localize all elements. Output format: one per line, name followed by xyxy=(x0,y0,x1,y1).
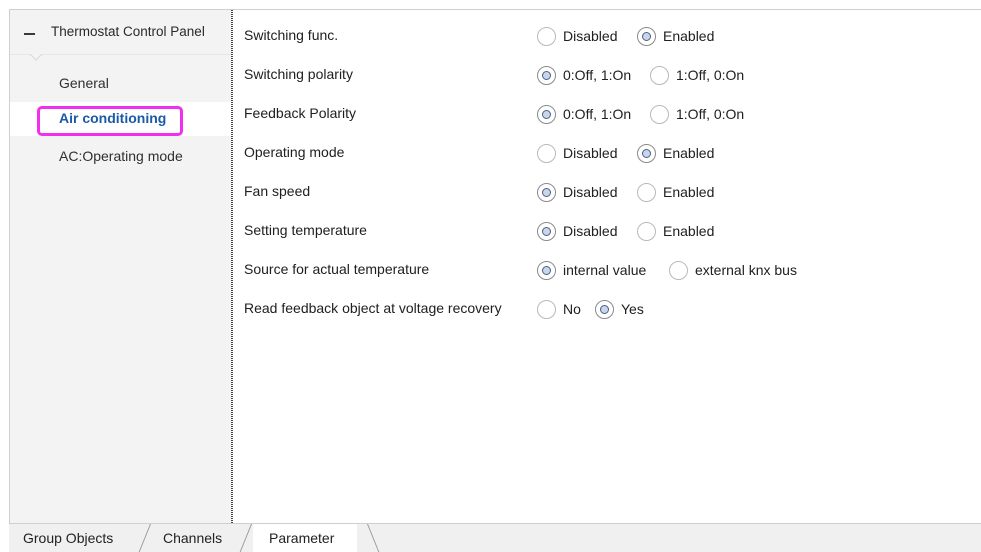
param-label: Feedback Polarity xyxy=(244,105,357,121)
tab-parameter[interactable]: Parameter xyxy=(253,524,357,552)
radio-button[interactable] xyxy=(537,65,556,85)
radio-button[interactable] xyxy=(537,299,556,319)
radio-label: Enabled xyxy=(663,28,715,44)
radio-label: external knx bus xyxy=(695,262,797,278)
param-row-feedback-polarity: Feedback Polarity 0:Off, 1:On 1:Off, 0:O… xyxy=(244,101,974,127)
radio-button[interactable] xyxy=(650,65,669,85)
tab-bar: Group Objects Channels Parameter xyxy=(9,523,981,552)
radio-label: Enabled xyxy=(663,145,715,161)
radio-button[interactable] xyxy=(595,299,614,319)
param-label: Source for actual temperature xyxy=(244,261,430,277)
param-label: Switching polarity xyxy=(244,66,353,82)
sidebar: Thermostat Control Panel General Air con… xyxy=(10,10,232,523)
radio-label: Disabled xyxy=(563,184,618,200)
radio-option[interactable]: Disabled xyxy=(537,181,617,203)
radio-option[interactable]: 0:Off, 1:On xyxy=(537,103,631,125)
radio-button[interactable] xyxy=(669,260,688,280)
radio-button[interactable] xyxy=(537,104,556,124)
sidebar-item-ac-operating-mode[interactable]: AC:Operating mode xyxy=(10,140,232,174)
parameter-window: Thermostat Control Panel General Air con… xyxy=(9,9,981,523)
radio-option[interactable]: 1:Off, 0:On xyxy=(650,103,744,125)
param-row-switching-polarity: Switching polarity 0:Off, 1:On 1:Off, 0:… xyxy=(244,62,974,88)
radio-option[interactable]: Yes xyxy=(595,298,644,320)
param-label: Switching func. xyxy=(244,27,339,43)
radio-button[interactable] xyxy=(537,182,556,202)
radio-label: 0:Off, 1:On xyxy=(563,106,632,122)
radio-label: Disabled xyxy=(563,223,618,239)
highlight-box xyxy=(37,106,183,136)
radio-label: No xyxy=(563,301,581,317)
panel-splitter[interactable] xyxy=(231,10,233,523)
radio-option[interactable]: Enabled xyxy=(637,142,714,164)
tree-title: Thermostat Control Panel xyxy=(51,24,205,39)
radio-label: 1:Off, 0:On xyxy=(676,67,745,83)
radio-option[interactable]: No xyxy=(537,298,581,320)
radio-option[interactable]: Disabled xyxy=(537,25,617,47)
param-label: Operating mode xyxy=(244,144,345,160)
radio-label: Yes xyxy=(621,301,644,317)
radio-label: 1:Off, 0:On xyxy=(676,106,745,122)
param-label: Read feedback object at voltage recovery xyxy=(244,300,502,316)
radio-label: Enabled xyxy=(663,223,715,239)
radio-button[interactable] xyxy=(537,26,556,46)
param-row-read-feedback: Read feedback object at voltage recovery… xyxy=(244,296,974,322)
param-row-fan-speed: Fan speed Disabled Enabled xyxy=(244,179,974,205)
radio-label: Disabled xyxy=(563,145,618,161)
param-row-source-actual-temperature: Source for actual temperature internal v… xyxy=(244,257,974,283)
param-row-setting-temperature: Setting temperature Disabled Enabled xyxy=(244,218,974,244)
param-label: Fan speed xyxy=(244,183,311,199)
tab-divider xyxy=(367,524,380,552)
radio-button[interactable] xyxy=(537,221,556,241)
radio-label: 0:Off, 1:On xyxy=(563,67,632,83)
radio-button[interactable] xyxy=(637,182,656,202)
sidebar-item-label: General xyxy=(59,75,109,91)
radio-option[interactable]: Disabled xyxy=(537,220,617,242)
radio-option[interactable]: Enabled xyxy=(637,220,714,242)
radio-button[interactable] xyxy=(650,104,669,124)
sidebar-item-general[interactable]: General xyxy=(10,67,232,101)
parameter-list: Switching func. Disabled Enabled Switchi… xyxy=(244,10,981,523)
param-row-operating-mode: Operating mode Disabled Enabled xyxy=(244,140,974,166)
sidebar-item-label: AC:Operating mode xyxy=(59,148,183,164)
radio-button[interactable] xyxy=(537,260,556,280)
radio-label: Disabled xyxy=(563,28,618,44)
param-label: Setting temperature xyxy=(244,222,367,238)
param-row-switching-func: Switching func. Disabled Enabled xyxy=(244,23,974,49)
radio-label: internal value xyxy=(563,262,647,278)
minus-icon[interactable] xyxy=(24,33,35,35)
tree-header[interactable]: Thermostat Control Panel xyxy=(10,10,232,56)
radio-option[interactable]: external knx bus xyxy=(669,259,797,281)
tree-notch xyxy=(10,54,232,61)
radio-option[interactable]: Enabled xyxy=(637,181,714,203)
tab-channels[interactable]: Channels xyxy=(155,524,247,552)
tab-label: Parameter xyxy=(269,530,335,546)
radio-option[interactable]: internal value xyxy=(537,259,646,281)
radio-option[interactable]: Disabled xyxy=(537,142,617,164)
radio-button[interactable] xyxy=(637,221,656,241)
radio-button[interactable] xyxy=(537,143,556,163)
tab-label: Group Objects xyxy=(23,530,114,546)
radio-option[interactable]: 0:Off, 1:On xyxy=(537,64,631,86)
radio-option[interactable]: 1:Off, 0:On xyxy=(650,64,744,86)
tab-group-objects[interactable]: Group Objects xyxy=(9,524,147,552)
radio-button[interactable] xyxy=(637,143,656,163)
radio-button[interactable] xyxy=(637,26,656,46)
radio-option[interactable]: Enabled xyxy=(637,25,714,47)
tab-label: Channels xyxy=(163,530,223,546)
radio-label: Enabled xyxy=(663,184,715,200)
